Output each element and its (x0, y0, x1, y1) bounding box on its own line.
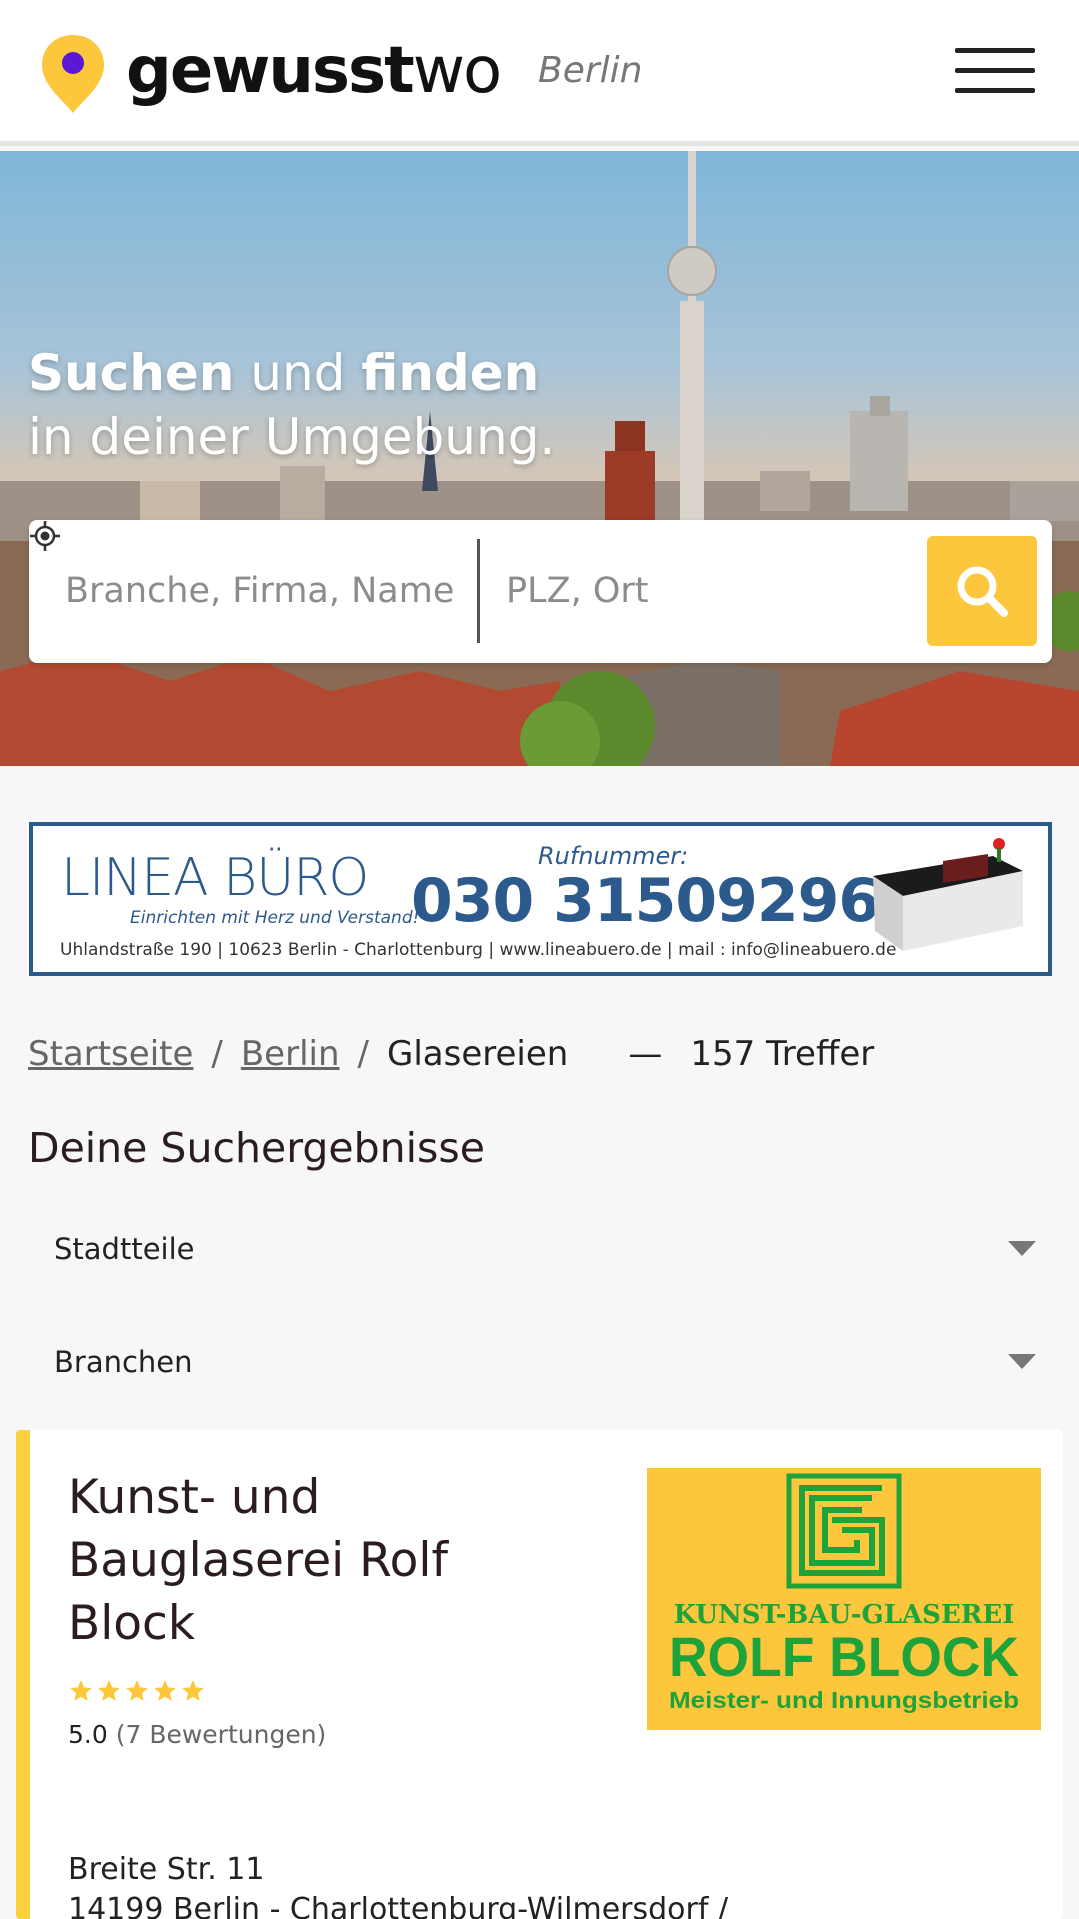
logo-line2: ROLF BLOCK (669, 1625, 1019, 1688)
search-where-input[interactable] (506, 560, 866, 622)
breadcrumb-current: Glasereien (387, 1034, 569, 1074)
caret-down-icon (1008, 1354, 1036, 1369)
site-header: gewusstwo Berlin (0, 0, 1079, 146)
logo-line3: Meister- und Innungsbetrieb (669, 1687, 1019, 1713)
hero-title-bold2: finden (361, 344, 540, 402)
hero-banner: Suchen und finden in deiner Umgebung. (0, 151, 1079, 766)
filter-label: Branchen (54, 1345, 193, 1379)
breadcrumb-home-link[interactable]: Startseite (28, 1034, 193, 1074)
ad-banner[interactable]: LINEA BÜRO Einrichten mit Herz und Verst… (29, 822, 1052, 976)
star-icon (182, 1680, 204, 1701)
hero-title-bold1: Suchen (28, 344, 235, 402)
filter-branchen-dropdown[interactable]: Branchen (28, 1317, 1052, 1407)
filter-stadtteile-dropdown[interactable]: Stadtteile (28, 1204, 1052, 1294)
ad-tagline: Einrichten mit Herz und Verstand! (130, 908, 420, 928)
star-icon (98, 1680, 120, 1701)
rating-count[interactable]: (7 Bewertungen) (116, 1720, 327, 1749)
location-pin-logo-icon[interactable] (40, 33, 106, 115)
results-count: 157 Treffer (690, 1034, 875, 1074)
search-icon (957, 566, 1008, 617)
hero-title: Suchen und finden in deiner Umgebung. (28, 341, 555, 469)
listing-address: Breite Str. 11 14199 Berlin - Charlotten… (68, 1850, 728, 1919)
caret-down-icon (1008, 1241, 1036, 1256)
company-logo[interactable]: KUNST-BAU-GLASEREI ROLF BLOCK Meister- u… (647, 1468, 1041, 1730)
address-line2: 14199 Berlin - Charlottenburg-Wilmersdor… (68, 1892, 729, 1919)
glaserei-logo-image: KUNST-BAU-GLASEREI ROLF BLOCK Meister- u… (669, 1473, 1019, 1713)
logo-bold: gewusst (126, 34, 415, 108)
ad-phone: 030 31509296 (411, 866, 880, 936)
search-box (29, 520, 1052, 663)
breadcrumb: Startseite / Berlin / Glasereien — 157 Treffer (28, 1030, 874, 1078)
rating-value: 5.0 (68, 1720, 108, 1749)
breadcrumb-dash: — (628, 1034, 663, 1074)
ad-brand: LINEA BÜRO (61, 848, 369, 908)
search-button[interactable] (927, 536, 1037, 646)
results-title: Deine Suchergebnisse (28, 1124, 485, 1172)
logo-city: Berlin (538, 50, 643, 91)
search-what-input[interactable] (65, 560, 465, 622)
crosshair-location-icon[interactable] (29, 520, 61, 552)
search-divider (477, 539, 480, 643)
rating-text: 5.0 (7 Bewertungen) (68, 1720, 326, 1749)
star-icon (126, 1680, 148, 1701)
ad-address: Uhlandstraße 190 | 10623 Berlin - Charlo… (60, 940, 897, 960)
star-icon (154, 1680, 176, 1701)
hero-title-mid: und (234, 344, 362, 402)
star-rating (68, 1678, 208, 1706)
hamburger-menu-icon[interactable] (955, 48, 1035, 94)
listing-name[interactable]: Kunst- und Bauglaserei Rolf Block (68, 1466, 538, 1655)
site-logo[interactable]: gewusstwo (126, 26, 502, 116)
logo-light: wo (412, 34, 502, 108)
filter-label: Stadtteile (54, 1232, 195, 1266)
hero-title-line2: in deiner Umgebung. (28, 408, 556, 466)
address-line1: Breite Str. 11 (68, 1852, 265, 1887)
desk-image (873, 838, 1023, 951)
breadcrumb-separator: / (357, 1034, 369, 1074)
listing-card[interactable]: Kunst- und Bauglaserei Rolf Block 5.0 (7… (16, 1430, 1063, 1919)
star-icon (70, 1680, 92, 1701)
breadcrumb-city-link[interactable]: Berlin (241, 1034, 340, 1074)
breadcrumb-separator: / (211, 1034, 223, 1074)
